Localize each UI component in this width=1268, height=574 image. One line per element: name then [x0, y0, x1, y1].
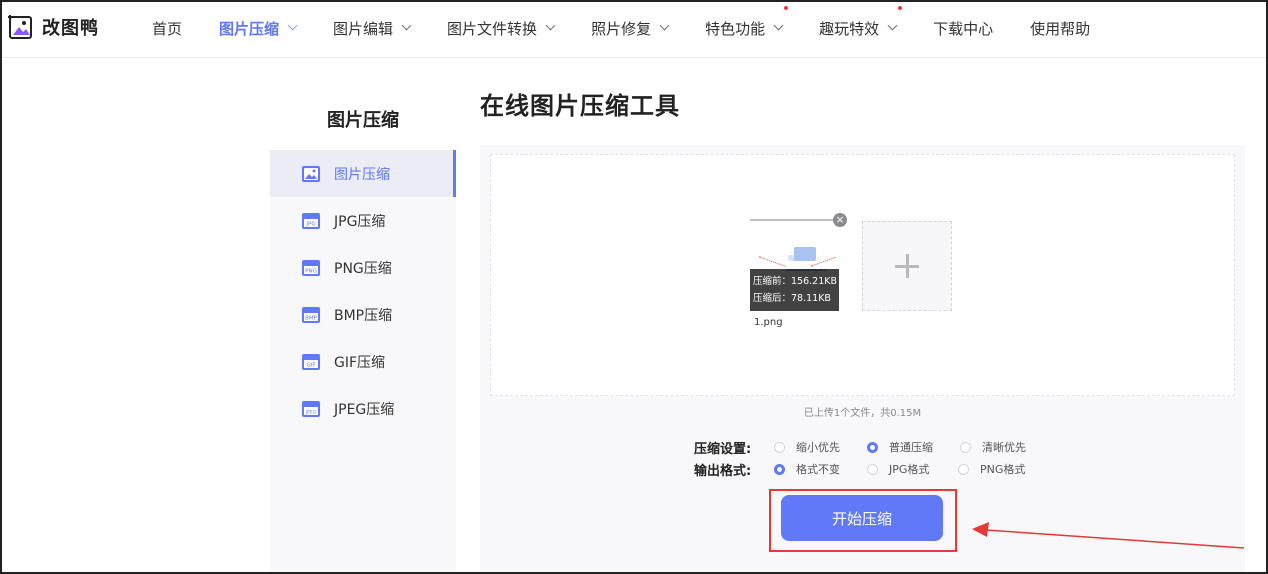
- radio-circle-icon: [774, 441, 785, 453]
- thumbnail-shape: [794, 247, 816, 261]
- file-size-info: 压缩前：156.21KB 压缩后：78.11KB: [750, 269, 839, 311]
- chevron-down-icon: [545, 20, 556, 31]
- output-format-label: 输出格式:: [694, 463, 752, 479]
- sidebar-item-label: JPG压缩: [334, 213, 386, 230]
- image-icon: [302, 165, 320, 182]
- thumbnail-shape: [758, 256, 786, 267]
- top-navigation-bar: 改图鸭 首页 图片压缩 图片编辑 图片文件转换 照片修复 特色功能 趣玩特效 下…: [0, 0, 1268, 58]
- gif-file-icon: GIF: [302, 353, 320, 370]
- radio-normal-compress[interactable]: 普通压缩: [867, 439, 960, 455]
- radio-label: JPG格式: [889, 463, 930, 476]
- size-before: 压缩前：156.21KB: [753, 276, 837, 287]
- nav-photo-repair[interactable]: 照片修复: [591, 18, 670, 39]
- radio-label: 普通压缩: [889, 441, 933, 454]
- nav-photo-repair-label: 照片修复: [591, 19, 652, 38]
- sidebar-item-jpg-compress[interactable]: JPG JPG压缩: [270, 197, 456, 244]
- uploaded-file-card[interactable]: × 压缩前：156.21KB 压缩后：78.11KB: [750, 213, 847, 311]
- plus-icon: [895, 254, 919, 278]
- radio-label: 清晰优先: [982, 441, 1026, 454]
- compress-setting-label: 压缩设置:: [694, 441, 752, 457]
- nav-image-edit[interactable]: 图片编辑: [333, 18, 412, 39]
- nav-file-convert[interactable]: 图片文件转换: [447, 18, 556, 39]
- radio-clarity-priority[interactable]: 清晰优先: [960, 439, 1026, 455]
- jpg-file-icon: JPG: [302, 212, 320, 229]
- sidebar-item-jpeg-compress[interactable]: JPEG JPEG压缩: [270, 385, 456, 432]
- jpeg-file-tag: JPEG: [305, 409, 317, 415]
- sidebar-item-bmp-compress[interactable]: BMP BMP压缩: [270, 291, 456, 338]
- nav-special-features-label: 特色功能: [705, 19, 766, 38]
- sidebar-item-label: BMP压缩: [334, 307, 393, 324]
- duck-logo-icon: [8, 15, 32, 39]
- gif-file-tag: GIF: [306, 362, 315, 368]
- radio-label: PNG格式: [980, 463, 1026, 476]
- png-file-tag: PNG: [305, 268, 317, 274]
- sidebar-item-label: PNG压缩: [334, 260, 392, 277]
- sidebar-item-png-compress[interactable]: PNG PNG压缩: [270, 244, 456, 291]
- sidebar-item-label: 图片压缩: [334, 166, 390, 183]
- sidebar-title: 图片压缩: [327, 110, 399, 131]
- nav-file-convert-label: 图片文件转换: [447, 19, 538, 38]
- nav-image-compress[interactable]: 图片压缩: [219, 18, 298, 39]
- nav-fun-effects-label: 趣玩特效: [819, 19, 880, 38]
- size-after: 压缩后：78.11KB: [753, 293, 831, 304]
- nav-home[interactable]: 首页: [152, 18, 182, 39]
- main-nav: 首页 图片压缩 图片编辑 图片文件转换 照片修复 特色功能 趣玩特效 下载中心 …: [152, 0, 1090, 56]
- file-thumbnail: [752, 223, 836, 275]
- nav-image-compress-label: 图片压缩: [219, 19, 280, 38]
- radio-jpg-format[interactable]: JPG格式: [867, 461, 958, 477]
- brand-logo[interactable]: 改图鸭: [8, 14, 99, 40]
- nav-download-center-label: 下载中心: [933, 19, 994, 38]
- nav-download-center[interactable]: 下载中心: [933, 18, 993, 39]
- sidebar-item-gif-compress[interactable]: GIF GIF压缩: [270, 338, 456, 385]
- bmp-file-tag: BMP: [305, 315, 318, 321]
- nav-image-edit-label: 图片编辑: [333, 19, 394, 38]
- sidebar-item-image-compress[interactable]: 图片压缩: [270, 150, 456, 197]
- bmp-file-icon: BMP: [302, 306, 320, 323]
- radio-circle-icon: [867, 463, 878, 475]
- remove-file-close-icon[interactable]: ×: [833, 213, 847, 227]
- radio-png-format[interactable]: PNG格式: [958, 461, 1025, 477]
- radio-keep-format[interactable]: 格式不变: [774, 461, 867, 477]
- start-compress-button[interactable]: 开始压缩: [781, 495, 943, 541]
- chevron-down-icon: [287, 20, 298, 31]
- sidebar-item-label: JPEG压缩: [334, 401, 395, 418]
- nav-help-label: 使用帮助: [1030, 19, 1091, 38]
- radio-label: 格式不变: [796, 463, 840, 476]
- sidebar: 图片压缩 JPG JPG压缩 PNG PNG压缩 BMP BMP压缩 GIF G: [270, 150, 456, 574]
- sidebar-item-label: GIF压缩: [334, 354, 386, 371]
- radio-circle-icon: [960, 441, 971, 453]
- page-title: 在线图片压缩工具: [480, 92, 680, 120]
- brand-name: 改图鸭: [42, 18, 99, 39]
- thumb-divider: [750, 219, 834, 221]
- hot-dot-icon: [898, 5, 903, 10]
- hot-dot-icon: [784, 5, 789, 10]
- radio-shrink-priority[interactable]: 缩小优先: [774, 439, 867, 455]
- radio-selected-icon: [774, 463, 785, 475]
- radio-circle-icon: [958, 463, 969, 475]
- compress-setting-row: 压缩设置: 缩小优先 普通压缩 清晰优先: [694, 438, 1026, 457]
- upload-summary: 已上传1个文件，共0.15M: [803, 408, 922, 419]
- chevron-down-icon: [773, 20, 784, 31]
- nav-special-features[interactable]: 特色功能: [705, 5, 789, 39]
- jpg-file-tag: JPG: [305, 221, 315, 227]
- chevron-down-icon: [401, 20, 412, 31]
- chevron-down-icon: [887, 20, 898, 31]
- radio-selected-icon: [867, 441, 878, 453]
- jpeg-file-icon: JPEG: [302, 400, 320, 417]
- nav-fun-effects[interactable]: 趣玩特效: [819, 5, 903, 39]
- png-file-icon: PNG: [302, 259, 320, 276]
- radio-label: 缩小优先: [796, 441, 840, 454]
- chevron-down-icon: [659, 20, 670, 31]
- add-file-button[interactable]: [862, 221, 952, 311]
- nav-home-label: 首页: [152, 19, 183, 38]
- output-format-row: 输出格式: 格式不变 JPG格式 PNG格式: [694, 460, 1025, 479]
- nav-help[interactable]: 使用帮助: [1030, 18, 1090, 39]
- file-name: 1.png: [754, 317, 783, 328]
